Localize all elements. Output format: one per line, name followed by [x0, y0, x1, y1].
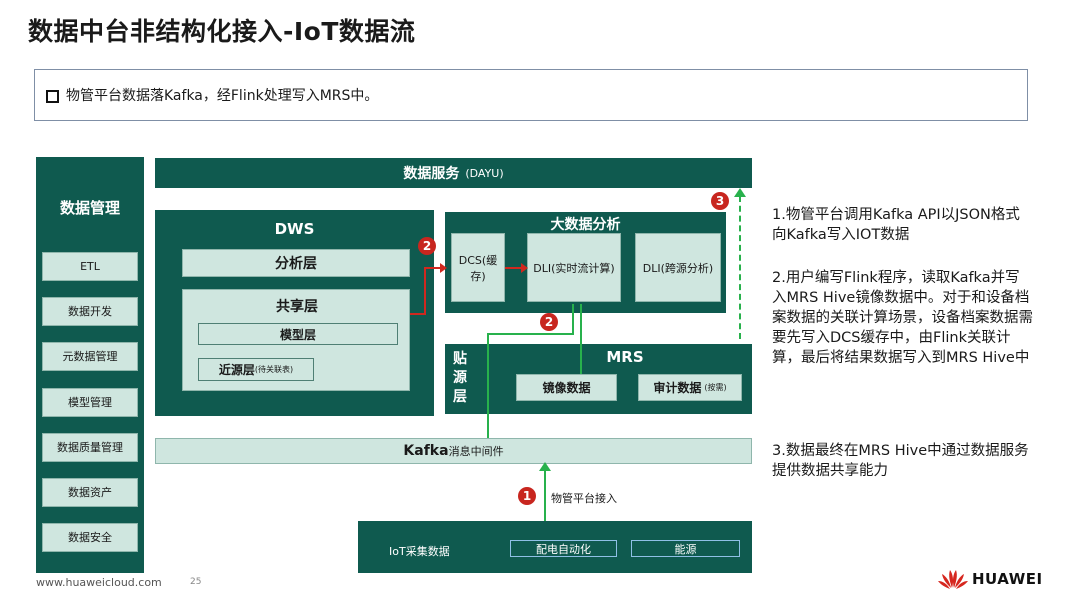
dli-cross-source: DLI(跨源分析) — [635, 233, 721, 302]
sidebar-title: 数据管理 — [59, 199, 120, 217]
step-badge-2b: 2 — [540, 313, 558, 331]
shared-layer: 共享层 模型层 近源层 (待关联表) — [182, 289, 410, 391]
mrs-title: MRS — [606, 348, 644, 366]
bigdata-title: 大数据分析 — [550, 217, 621, 233]
iot-label: IoT采集数据 — [389, 545, 450, 558]
dli-realtime: DLI(实时流计算) — [527, 233, 621, 302]
data-service-suffix: (DAYU) — [465, 166, 504, 180]
source-layer: 近源层 (待关联表) — [198, 358, 314, 381]
iot-tag-power: 配电自动化 — [510, 540, 617, 557]
flow-kafka-horizontal-line — [487, 333, 572, 335]
mirror-data: 镜像数据 — [516, 374, 617, 401]
callout-text: 物管平台数据落Kafka，经Flink处理写入MRS中。 — [66, 88, 379, 104]
brand-name: HUAWEI — [972, 570, 1043, 588]
flow-kafka-up-line — [487, 333, 489, 438]
footer-url: www.huaweicloud.com — [36, 576, 162, 589]
data-service-bar: 数据服务 (DAYU) — [155, 158, 752, 188]
sidebar-item-model[interactable]: 模型管理 — [42, 388, 138, 417]
flow-iot-kafka-line — [544, 470, 546, 521]
dcs-cache: DCS(缓存) — [451, 233, 505, 302]
dws-title: DWS — [274, 220, 315, 238]
step-badge-1: 1 — [518, 487, 536, 505]
model-layer: 模型层 — [198, 323, 398, 345]
dws-block: DWS 分析层 共享层 模型层 近源层 (待关联表) — [155, 210, 434, 416]
sidebar-item-assets[interactable]: 数据资产 — [42, 478, 138, 507]
mrs-block: 贴源层 MRS 镜像数据 审计数据 (按需) — [445, 344, 752, 414]
kafka-suffix: 消息中间件 — [448, 445, 504, 458]
huawei-flower-icon — [938, 570, 968, 589]
note-3: 3.数据最终在MRS Hive中通过数据服务提供数据共享能力 — [772, 443, 1029, 479]
arrow-right-icon — [521, 263, 528, 273]
source-layer-note: (待关联表) — [254, 365, 294, 374]
data-service-label: 数据服务 — [403, 166, 460, 182]
audit-data-note: (按需) — [704, 383, 727, 392]
iot-tag-energy: 能源 — [631, 540, 740, 557]
sidebar-item-data-dev[interactable]: 数据开发 — [42, 297, 138, 326]
arrow-up-icon — [734, 188, 746, 197]
step-badge-3: 3 — [711, 192, 729, 210]
page-number: 25 — [190, 577, 202, 587]
arrow-up-icon — [539, 462, 551, 471]
bigdata-analysis-block: 大数据分析 DCS(缓存) DLI(实时流计算) DLI(跨源分析) — [445, 212, 726, 313]
data-management-panel: 数据管理 ETL 数据开发 元数据管理 模型管理 数据质量管理 数据资产 数据安… — [36, 157, 144, 573]
arrow-right-icon — [440, 263, 447, 273]
huawei-logo: HUAWEI — [936, 568, 1048, 592]
source-layer-vertical-label: 贴源层 — [453, 351, 467, 405]
sidebar-item-metadata[interactable]: 元数据管理 — [42, 342, 138, 371]
sidebar-item-etl[interactable]: ETL — [42, 252, 138, 281]
flow-dli-mirror-line — [580, 304, 582, 374]
platform-access-label: 物管平台接入 — [551, 492, 617, 505]
audit-data-label: 审计数据 — [653, 381, 702, 395]
page-title: 数据中台非结构化接入-IoT数据流 — [28, 17, 416, 46]
kafka-bar: Kafka 消息中间件 — [155, 438, 752, 464]
note-1: 1.物管平台调用Kafka API以JSON格式向Kafka写入IOT数据 — [772, 207, 1020, 243]
note-2: 2.用户编写Flink程序，读取Kafka并写入MRS Hive镜像数据中。对于… — [772, 270, 1033, 366]
sidebar-item-security[interactable]: 数据安全 — [42, 523, 138, 552]
analysis-layer: 分析层 — [182, 249, 410, 277]
flow-to-dli-line — [572, 304, 574, 335]
kafka-label: Kafka — [403, 443, 449, 459]
source-layer-label: 近源层 — [218, 363, 255, 377]
step-badge-2a: 2 — [418, 237, 436, 255]
flow-mrs-service-dashed — [739, 196, 741, 339]
iot-block: IoT采集数据 配电自动化 能源 — [358, 521, 752, 573]
audit-data: 审计数据 (按需) — [638, 374, 742, 401]
callout-box: 物管平台数据落Kafka，经Flink处理写入MRS中。 — [34, 69, 1028, 121]
red-flow-dws-h2 — [424, 267, 441, 269]
shared-layer-title: 共享层 — [276, 299, 318, 315]
bullet-square-icon — [46, 90, 59, 103]
sidebar-item-quality[interactable]: 数据质量管理 — [42, 433, 138, 462]
red-flow-dws-v — [424, 267, 426, 315]
